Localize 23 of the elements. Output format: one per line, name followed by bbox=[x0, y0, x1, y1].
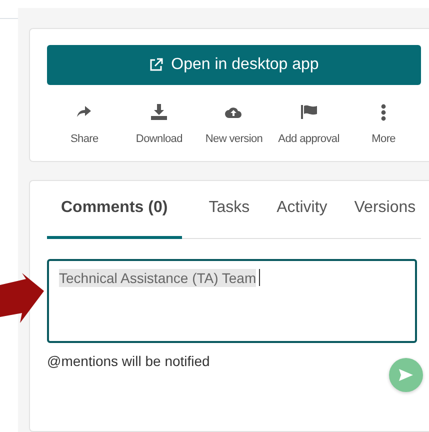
mention-tag: Technical Assistance (TA) Team bbox=[59, 269, 256, 287]
external-link-icon bbox=[149, 58, 164, 72]
flag-icon bbox=[300, 105, 317, 119]
mentions-hint: @mentions will be notified bbox=[47, 353, 210, 371]
tab[interactable]: Comments (0) bbox=[47, 199, 182, 239]
tab[interactable]: Tasks bbox=[208, 199, 250, 239]
pointer-arrow-icon bbox=[0, 273, 44, 323]
send-button[interactable] bbox=[389, 358, 423, 392]
tab[interactable]: Versions bbox=[354, 199, 416, 239]
action-button[interactable]: Download bbox=[122, 103, 197, 145]
open-desktop-button[interactable]: Open in desktop app bbox=[47, 45, 421, 85]
comment-field[interactable]: Technical Assistance (TA) Team bbox=[47, 259, 417, 343]
share-arrow-icon bbox=[77, 106, 92, 118]
download-icon bbox=[151, 104, 168, 120]
text-cursor bbox=[259, 269, 260, 286]
cloud-upload-icon bbox=[225, 106, 242, 118]
action-button[interactable]: Add approval bbox=[271, 103, 346, 145]
tab[interactable]: Activity bbox=[276, 199, 328, 239]
action-button[interactable]: More bbox=[346, 103, 421, 145]
action-button[interactable]: New version bbox=[196, 103, 272, 145]
send-icon bbox=[399, 369, 413, 381]
more-dots-icon bbox=[381, 104, 386, 120]
action-button[interactable]: Share bbox=[47, 103, 122, 145]
